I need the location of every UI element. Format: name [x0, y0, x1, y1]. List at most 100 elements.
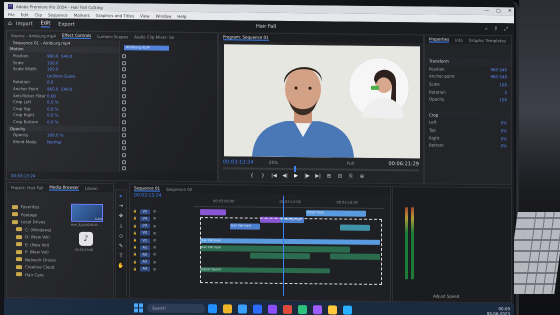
- taskbar-app-icon[interactable]: [268, 304, 277, 314]
- menu-view[interactable]: View: [140, 13, 150, 18]
- track-name[interactable]: A1: [139, 245, 150, 251]
- extract-button[interactable]: ⊟: [337, 173, 343, 179]
- track-name[interactable]: A4: [139, 266, 150, 272]
- lock-icon[interactable]: 🔒: [133, 267, 137, 271]
- ec-property-value[interactable]: 0.00: [47, 93, 61, 98]
- program-playhead[interactable]: [293, 166, 296, 173]
- play-button[interactable]: ▶: [293, 173, 299, 179]
- lock-icon[interactable]: 🔒: [133, 224, 137, 228]
- fullscreen-icon[interactable]: ⤢: [504, 26, 508, 32]
- lock-icon[interactable]: 🔒: [133, 253, 137, 257]
- drive-tree-item[interactable]: Hair Care: [7, 271, 63, 279]
- lock-icon[interactable]: 🔒: [133, 246, 137, 250]
- keyframe-toggle-icon[interactable]: [122, 113, 126, 118]
- program-video-frame[interactable]: [224, 44, 420, 159]
- add-button[interactable]: ⊕: [359, 174, 365, 180]
- mark-in-button[interactable]: {: [249, 173, 255, 179]
- selection-tool-icon[interactable]: ▸: [120, 193, 123, 199]
- tab-effect-controls[interactable]: Effect Controls: [61, 32, 92, 39]
- quality-select[interactable]: Full: [347, 161, 354, 166]
- taskbar-app-icon[interactable]: [283, 304, 292, 315]
- keyframe-toggle-icon[interactable]: [122, 153, 126, 158]
- properties-value[interactable]: 0%: [501, 143, 507, 148]
- taskbar-app-icon[interactable]: [238, 304, 247, 314]
- pen-tool-icon[interactable]: ✎: [119, 243, 123, 249]
- track-header[interactable]: 🔒 V5 👁: [130, 208, 192, 215]
- keyframe-toggle-icon[interactable]: [122, 146, 126, 151]
- tab-source[interactable]: Source - Ambiurg.mp4: [11, 33, 56, 38]
- go-to-in-button[interactable]: |◀: [271, 173, 277, 179]
- ec-property-value[interactable]: 0.0 %: [47, 113, 61, 118]
- keyframe-toggle-icon[interactable]: [122, 54, 126, 59]
- menu-markers[interactable]: Markers: [74, 12, 90, 17]
- track-header[interactable]: 🔒 V2 👁: [130, 230, 192, 237]
- workspace-tab-edit[interactable]: Edit: [40, 20, 51, 28]
- eye-icon[interactable]: 👁: [153, 260, 157, 264]
- hand-tool-icon[interactable]: ✋: [118, 263, 124, 269]
- start-icon[interactable]: [134, 303, 143, 313]
- lock-icon[interactable]: 🔒: [133, 217, 137, 221]
- menu-window[interactable]: Window: [156, 13, 172, 18]
- close-button[interactable]: ✕: [508, 8, 512, 14]
- export-frame-button[interactable]: ⎘: [348, 174, 354, 180]
- taskbar-clock[interactable]: 00:09 08-06-2023: [487, 306, 510, 315]
- keyframe-toggle-icon[interactable]: [122, 140, 126, 145]
- track-header[interactable]: 🔒 V1 👁: [130, 237, 192, 244]
- ec-property-value[interactable]: 0.0 %: [47, 119, 61, 124]
- eye-icon[interactable]: 👁: [153, 224, 157, 228]
- taskbar-app-icon[interactable]: [208, 304, 217, 314]
- ec-property-value[interactable]: Normal: [47, 139, 61, 144]
- ec-property-value[interactable]: 100.0 %: [47, 133, 64, 138]
- ec-property-value[interactable]: 960.0: [47, 86, 61, 91]
- eye-icon[interactable]: 👁: [153, 246, 157, 250]
- track-header[interactable]: 🔒 V3 👁: [130, 223, 192, 230]
- lock-icon[interactable]: 🔒: [133, 238, 137, 242]
- lock-icon[interactable]: 🔒: [133, 210, 137, 214]
- tab-sequence-01[interactable]: Sequence 01: [134, 185, 161, 192]
- track-name[interactable]: V4: [139, 216, 150, 222]
- tab-info[interactable]: Info: [455, 37, 463, 42]
- ec-property-value[interactable]: Uniform Scale: [47, 73, 75, 78]
- tab-lumetri-scopes[interactable]: Lumetri Scopes: [97, 33, 128, 38]
- taskbar-app-icon[interactable]: [343, 305, 352, 315]
- home-icon[interactable]: ⌂: [4, 20, 16, 27]
- keyframe-toggle-icon[interactable]: [122, 166, 126, 171]
- taskbar-app-icon[interactable]: [313, 305, 322, 315]
- track-name[interactable]: A2: [139, 252, 150, 258]
- menu-help[interactable]: Help: [177, 13, 186, 18]
- menu-clip[interactable]: Clip: [34, 12, 42, 17]
- workspace-tab-import[interactable]: Import: [16, 21, 33, 27]
- tab-properties[interactable]: Properties: [429, 36, 450, 43]
- tab-sequence-02[interactable]: Sequence 02: [166, 186, 192, 191]
- ec-timecode[interactable]: 00:03:13:24: [7, 171, 217, 182]
- properties-value[interactable]: 0%: [501, 128, 507, 133]
- keyframe-toggle-icon[interactable]: [122, 159, 126, 164]
- properties-value[interactable]: 0%: [501, 136, 507, 141]
- maximize-button[interactable]: ▢: [496, 8, 501, 14]
- type-tool-icon[interactable]: T: [119, 253, 122, 259]
- track-name[interactable]: V1: [139, 237, 150, 244]
- ripple-edit-tool-icon[interactable]: ✥: [119, 213, 123, 219]
- mark-out-button[interactable]: }: [260, 173, 266, 179]
- keyframe-toggle-icon[interactable]: [122, 126, 126, 131]
- properties-value[interactable]: 960 540: [490, 75, 507, 80]
- lock-icon[interactable]: 🔒: [133, 260, 137, 264]
- slip-tool-icon[interactable]: ◇: [119, 233, 123, 239]
- step-forward-button[interactable]: |▶: [304, 173, 310, 179]
- track-name[interactable]: V2: [139, 230, 150, 236]
- program-scrubber[interactable]: [223, 166, 419, 173]
- lift-button[interactable]: ⊞: [326, 173, 332, 179]
- taskbar-search-input[interactable]: Search: [147, 303, 205, 314]
- tab-libraries[interactable]: Librari: [85, 185, 98, 190]
- workspace-tab-export[interactable]: Export: [58, 21, 74, 27]
- keyframe-toggle-icon[interactable]: [122, 60, 126, 65]
- go-to-out-button[interactable]: ▶|: [315, 173, 321, 179]
- keyframe-toggle-icon[interactable]: [122, 67, 126, 72]
- track-header[interactable]: 🔒 A3 👁: [130, 259, 192, 266]
- track-header[interactable]: 🔒 A2 👁: [130, 252, 192, 259]
- taskbar-app-icon[interactable]: [223, 304, 232, 314]
- menu-file[interactable]: File: [8, 12, 15, 17]
- eye-icon[interactable]: 👁: [153, 210, 157, 214]
- ec-property-value[interactable]: 100.0: [47, 60, 61, 65]
- keyframe-toggle-icon[interactable]: [122, 107, 126, 112]
